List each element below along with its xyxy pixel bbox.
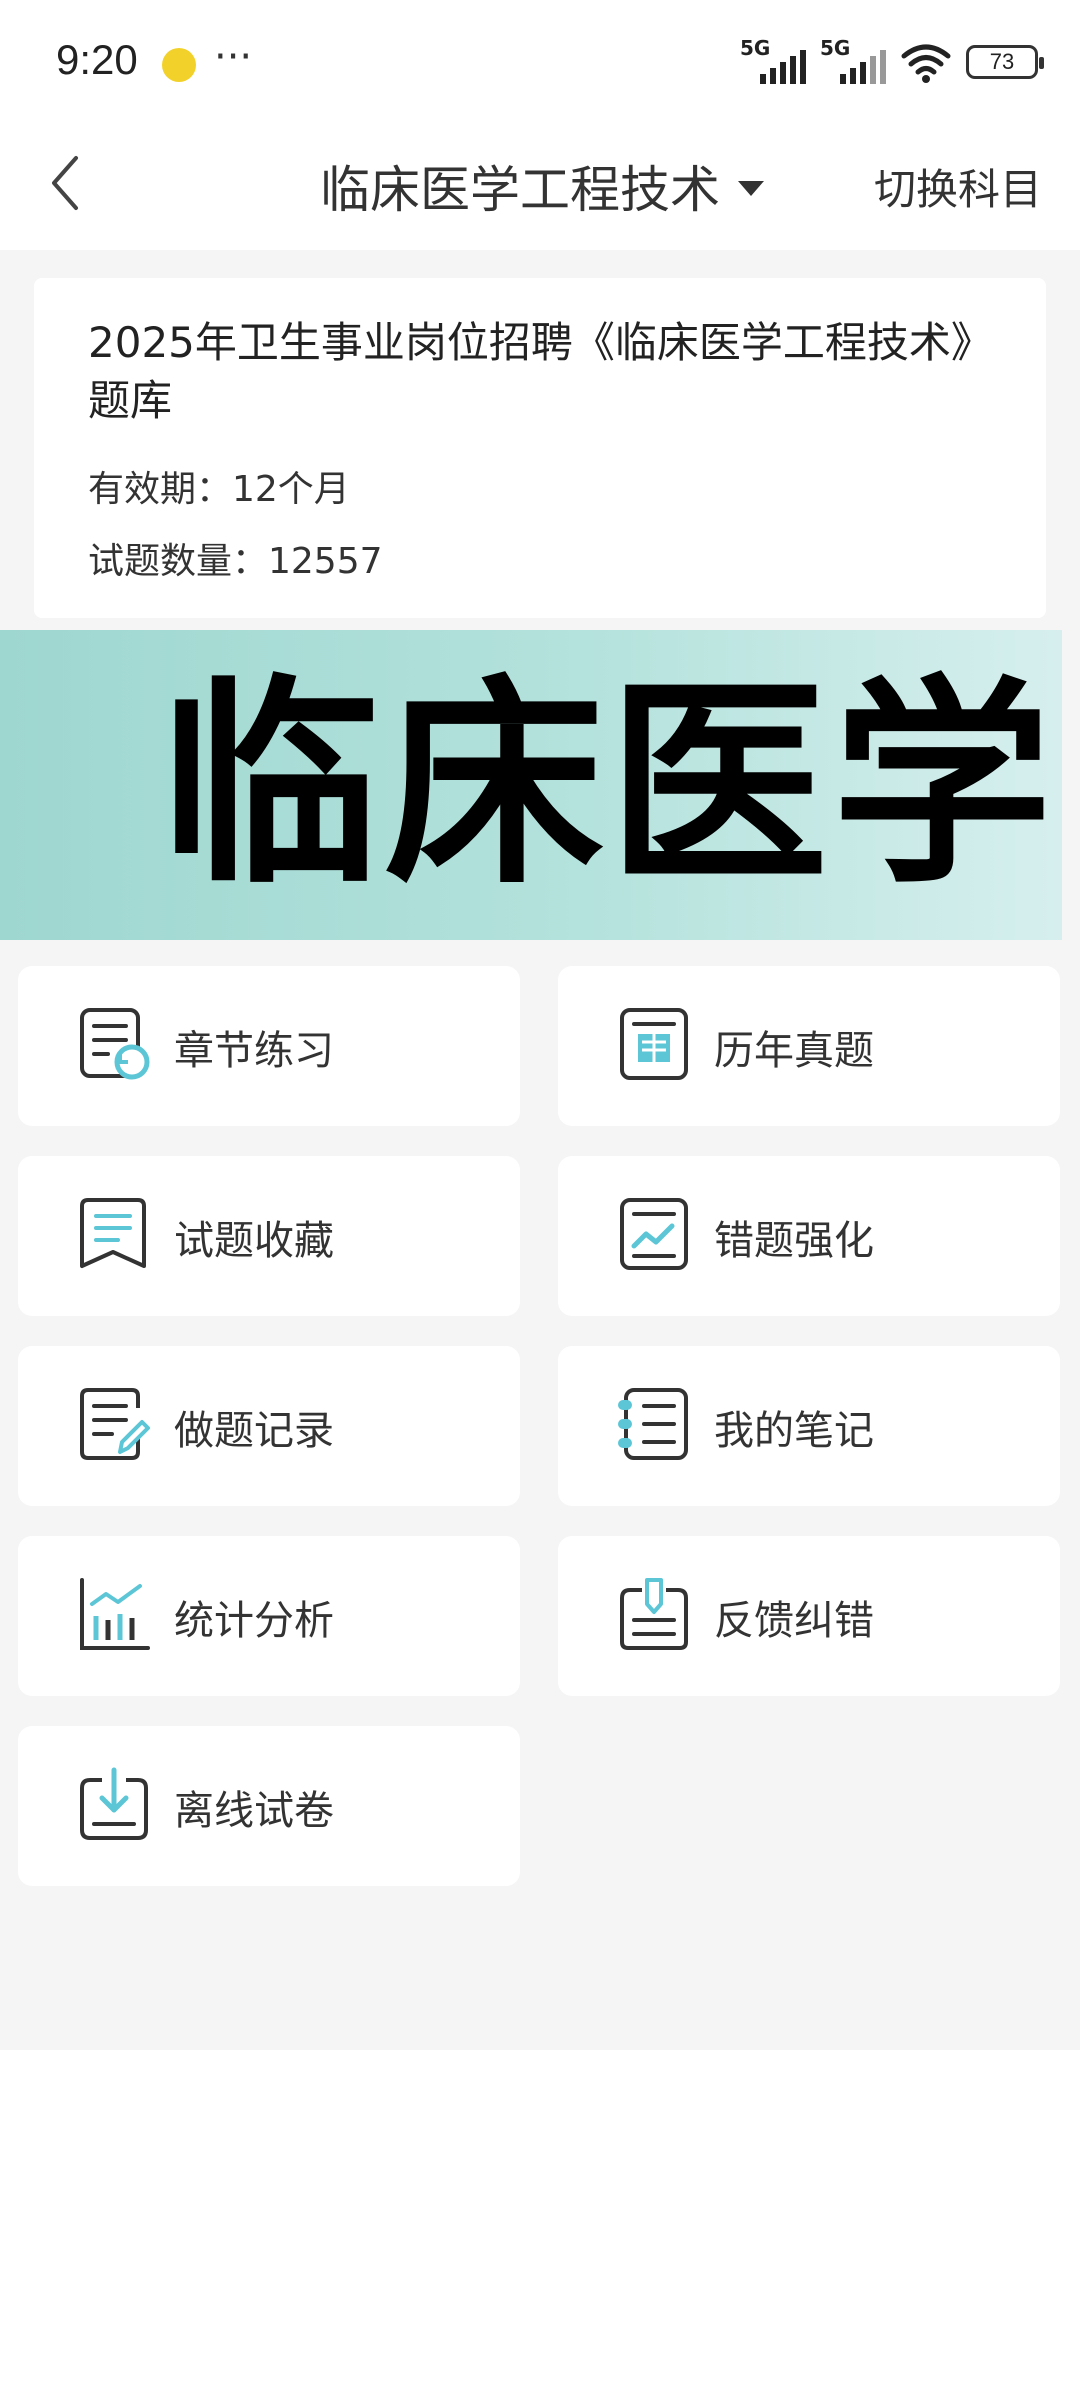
- wifi-icon: [901, 44, 951, 83]
- feedback-icon: [620, 1578, 688, 1650]
- menu-item-records[interactable]: 做题记录: [18, 1346, 520, 1506]
- statistics-icon: [80, 1578, 150, 1650]
- menu-item-label: 历年真题: [714, 1028, 874, 1074]
- past-exams-icon: [620, 1008, 688, 1080]
- exam-info-card: 2025年卫生事业岗位招聘《临床医学工程技术》题库 有效期：12个月 试题数量：…: [34, 278, 1046, 618]
- record-edit-icon: [80, 1388, 150, 1460]
- exam-title: 2025年卫生事业岗位招聘《临床医学工程技术》题库: [88, 318, 993, 425]
- music-app-icon: [162, 48, 196, 82]
- status-more-indicator: ···: [214, 34, 253, 80]
- menu-item-mistakes[interactable]: 错题强化: [558, 1156, 1060, 1316]
- menu-item-label: 统计分析: [174, 1598, 334, 1644]
- menu-item-label: 章节练习: [174, 1028, 334, 1074]
- question-count-text: 试题数量：12557: [88, 541, 383, 582]
- signal-icon: 5G: [740, 36, 806, 84]
- menu-item-statistics[interactable]: 统计分析: [18, 1536, 520, 1696]
- validity-text: 有效期：12个月: [88, 469, 350, 510]
- signal-icon: 5G: [820, 36, 886, 84]
- menu-item-label: 我的笔记: [714, 1408, 874, 1454]
- caret-down-icon: [738, 180, 764, 196]
- back-icon[interactable]: [40, 148, 92, 218]
- subject-banner: 临床医学: [0, 630, 1062, 940]
- banner-text: 临床医学: [160, 657, 1057, 913]
- status-time: 9:20: [56, 36, 138, 83]
- battery-level: 73: [989, 49, 1015, 74]
- subject-selector[interactable]: 临床医学工程技术: [320, 150, 764, 222]
- battery-icon: 73: [966, 45, 1044, 79]
- notebook-icon: [618, 1388, 688, 1460]
- mistake-chart-icon: [620, 1198, 688, 1270]
- menu-item-chapter-practice[interactable]: 章节练习: [18, 966, 520, 1126]
- menu-item-feedback[interactable]: 反馈纠错: [558, 1536, 1060, 1696]
- status-indicators: 5G 5G 73: [740, 36, 1044, 84]
- chapter-practice-icon: [80, 1008, 150, 1080]
- nav-bar: 临床医学工程技术 切换科目: [0, 120, 1080, 250]
- status-bar: 9:20 ··· 5G 5G 73: [0, 0, 1080, 120]
- menu-item-label: 试题收藏: [174, 1218, 334, 1264]
- page-title: 临床医学工程技术: [320, 161, 720, 219]
- download-icon: [80, 1767, 148, 1840]
- switch-subject-button[interactable]: 切换科目: [874, 156, 1042, 217]
- menu-item-notes[interactable]: 我的笔记: [558, 1346, 1060, 1506]
- bookmark-icon: [80, 1198, 146, 1268]
- menu-item-label: 错题强化: [714, 1218, 874, 1264]
- menu-item-label: 离线试卷: [174, 1788, 334, 1834]
- menu-item-past-exams[interactable]: 历年真题: [558, 966, 1060, 1126]
- menu-item-label: 反馈纠错: [714, 1598, 874, 1644]
- menu-item-offline-papers[interactable]: 离线试卷: [18, 1726, 520, 1886]
- menu-item-label: 做题记录: [174, 1408, 334, 1454]
- menu-item-bookmarks[interactable]: 试题收藏: [18, 1156, 520, 1316]
